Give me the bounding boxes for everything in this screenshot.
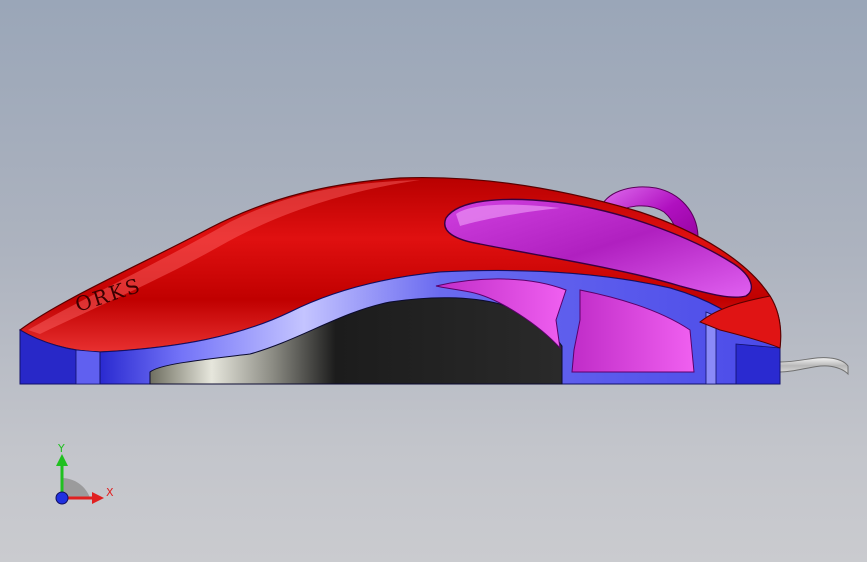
side-panel-front-edge <box>735 343 781 385</box>
x-axis-label: X <box>106 486 114 499</box>
y-axis-label: Y <box>57 442 65 455</box>
z-axis-dot <box>55 491 69 505</box>
coordinate-triad: Y X <box>55 442 114 505</box>
cable <box>779 357 849 376</box>
y-axis-arrow <box>56 454 68 466</box>
mouse-3d-model[interactable]: ORKS <box>0 0 867 562</box>
side-panel-rear-face <box>75 349 101 385</box>
x-axis-arrow <box>92 492 104 504</box>
graphics-viewport[interactable]: ORKS Y X <box>0 0 867 562</box>
